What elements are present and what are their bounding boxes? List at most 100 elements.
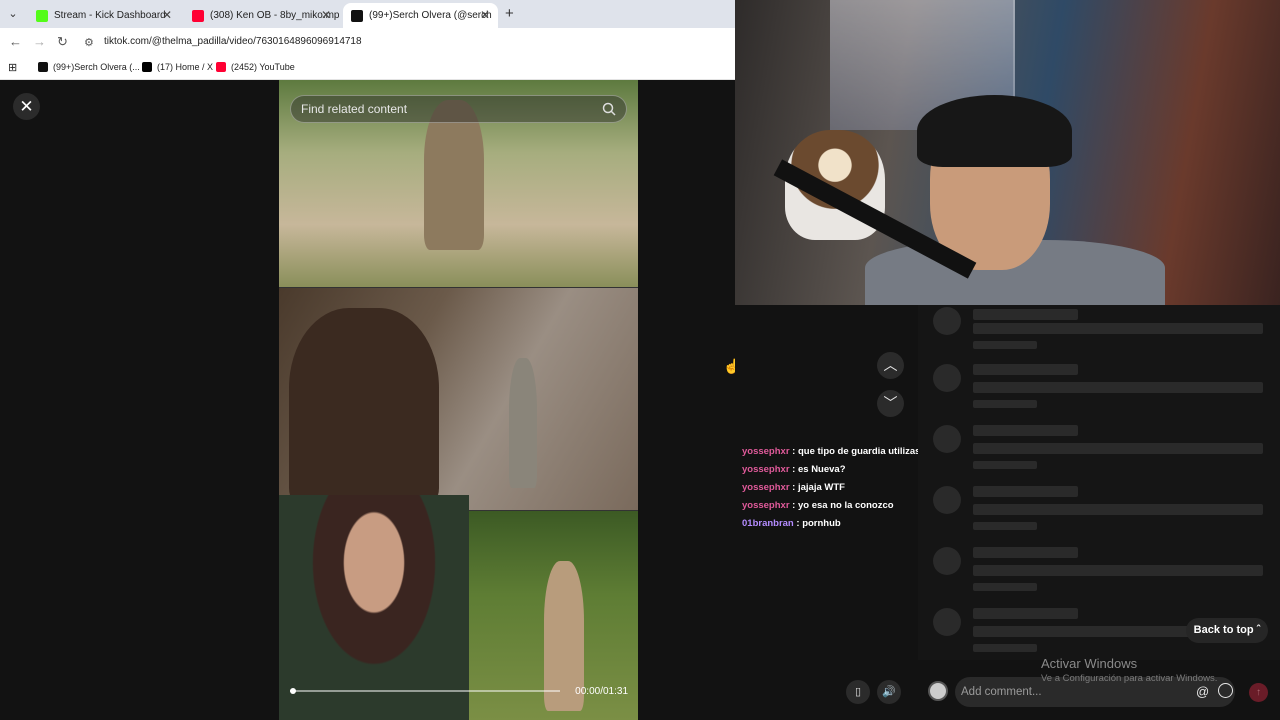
skeleton-bar <box>973 461 1037 469</box>
tab-title: Stream - Kick Dashboard <box>54 10 166 21</box>
chat-username: yossephxr <box>742 500 790 511</box>
bookmark-label: (2452) YouTube <box>231 62 295 72</box>
skeleton-bar <box>973 309 1078 320</box>
skeleton-bar <box>973 608 1078 619</box>
search-icon[interactable] <box>602 102 616 116</box>
skeleton-avatar <box>933 486 961 514</box>
search-input[interactable]: Find related content <box>290 95 627 123</box>
comment-skeleton <box>930 307 1270 362</box>
comment-skeleton <box>930 547 1270 602</box>
skeleton-bar <box>973 323 1263 334</box>
previous-video-button[interactable]: ︿ <box>877 352 904 379</box>
chat-username: yossephxr <box>742 446 790 457</box>
youtube-icon <box>216 62 226 72</box>
close-tab-icon[interactable]: ✕ <box>162 8 172 22</box>
progress-bar[interactable] <box>290 688 560 694</box>
mini-player-icon[interactable]: ▯ <box>846 680 870 704</box>
mention-icon[interactable]: @ <box>1196 684 1209 699</box>
bookmark-tiktok[interactable]: (99+)Serch Olvera (... <box>38 62 140 72</box>
chat-message: 01branbran : pornhub <box>742 518 841 529</box>
skeleton-avatar <box>933 608 961 636</box>
presenter-overlay <box>279 495 469 720</box>
chat-text: es Nueva? <box>797 464 846 475</box>
skeleton-bar <box>973 644 1037 652</box>
skeleton-bar <box>973 547 1078 558</box>
man-figure <box>509 358 537 488</box>
skeleton-bar <box>973 400 1037 408</box>
double-chevron-up-icon: ˆ <box>1256 624 1261 636</box>
comment-skeleton <box>930 364 1270 419</box>
x-icon <box>142 62 152 72</box>
address-bar: ← → ↻ ⚙ tiktok.com/@thelma_padilla/video… <box>0 28 735 56</box>
user-avatar <box>928 681 948 701</box>
back-to-top-button[interactable]: Back to top ˆ <box>1186 618 1268 643</box>
boy-figure <box>289 308 439 508</box>
video-player[interactable]: Find related content 00:00/01:31 <box>279 80 638 720</box>
tab-title: (99+)Serch Olvera (@serch <box>369 10 492 21</box>
chat-text: pornhub <box>802 518 841 529</box>
forward-icon[interactable]: → <box>33 34 46 49</box>
site-info-icon[interactable]: ⚙ <box>84 36 94 49</box>
reload-icon[interactable]: ↻ <box>57 34 68 50</box>
comment-placeholder: Add comment... <box>961 686 1042 698</box>
kick-icon <box>36 9 48 22</box>
chat-username: yossephxr <box>742 464 790 475</box>
skeleton-avatar <box>933 307 961 335</box>
back-to-top-label: Back to top <box>1193 624 1254 636</box>
bookmark-youtube[interactable]: (2452) YouTube <box>216 62 295 72</box>
emoji-icon[interactable] <box>1218 683 1233 698</box>
tab-kick-dashboard[interactable]: Stream - Kick Dashboard ✕ <box>28 3 180 28</box>
next-video-button[interactable]: ﹀ <box>877 390 904 417</box>
url-field[interactable]: tiktok.com/@thelma_padilla/video/7630164… <box>104 36 362 47</box>
search-placeholder: Find related content <box>301 102 408 116</box>
skeleton-bar <box>973 565 1263 576</box>
skeleton-bar <box>973 425 1078 436</box>
youtube-icon <box>192 9 204 22</box>
skeleton-bar <box>973 583 1037 591</box>
tab-youtube[interactable]: (308) Ken OB - 8by_miko.mp3 ( ✕ <box>184 3 339 28</box>
tab-title: (308) Ken OB - 8by_miko.mp3 ( <box>210 10 339 21</box>
skeleton-bar <box>973 486 1078 497</box>
new-tab-button[interactable]: + <box>505 5 514 22</box>
skeleton-avatar <box>933 425 961 453</box>
close-tab-icon[interactable]: ✕ <box>480 8 490 22</box>
tiktok-icon <box>38 62 48 72</box>
bookmarks-bar: ⊞ (99+)Serch Olvera (... (17) Home / X (… <box>0 56 735 80</box>
volume-icon[interactable]: 🔊 <box>877 680 901 704</box>
streamer-cap <box>917 95 1072 167</box>
video-time: 00:00/01:31 <box>575 686 628 697</box>
skeleton-bar <box>973 341 1037 349</box>
skeleton-avatar <box>933 547 961 575</box>
close-video-button[interactable]: ✕ <box>13 93 40 120</box>
apps-icon[interactable]: ⊞ <box>8 61 17 74</box>
close-tab-icon[interactable]: ✕ <box>321 8 331 22</box>
skeleton-bar <box>973 504 1263 515</box>
skeleton-bar <box>973 626 1203 637</box>
skeleton-bar <box>973 443 1263 454</box>
skeleton-bar <box>973 364 1078 375</box>
skeleton-bar <box>973 522 1037 530</box>
chat-text: que tipo de guardia utilizas <box>797 446 921 457</box>
chat-text: jajaja WTF <box>797 482 845 493</box>
chat-message: yossephxr : yo esa no la conozco <box>742 500 894 511</box>
windows-activation-subtitle: Ve a Configuración para activar Windows. <box>1041 673 1218 684</box>
back-icon[interactable]: ← <box>9 34 22 49</box>
bookmark-label: (99+)Serch Olvera (... <box>53 62 140 72</box>
bookmark-x[interactable]: (17) Home / X <box>142 62 213 72</box>
chat-text: yo esa no la conozco <box>797 500 894 511</box>
chat-username: 01branbran <box>742 518 794 529</box>
tiktok-video-page: ✕ Find related content 00:00/01:31 ☝ <box>0 80 740 720</box>
comment-skeleton <box>930 425 1270 480</box>
tiktok-icon <box>351 9 363 22</box>
comment-skeleton <box>930 486 1270 541</box>
tab-search-icon[interactable]: ⌄ <box>4 5 22 23</box>
post-comment-button[interactable]: ↑ <box>1249 683 1268 702</box>
stream-chat: yossephxr : que tipo de guardia utilizas… <box>742 445 922 535</box>
tab-tiktok[interactable]: (99+)Serch Olvera (@serch ✕ <box>343 3 498 28</box>
skeleton-avatar <box>933 364 961 392</box>
bookmark-label: (17) Home / X <box>157 62 214 72</box>
progress-knob[interactable] <box>290 688 296 694</box>
chat-message: yossephxr : jajaja WTF <box>742 482 845 493</box>
chat-username: yossephxr <box>742 482 790 493</box>
chat-message: yossephxr : que tipo de guardia utilizas <box>742 446 921 457</box>
